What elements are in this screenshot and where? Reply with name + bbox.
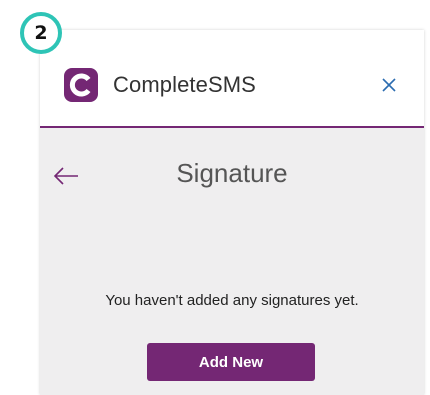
step-number: 2 xyxy=(34,21,48,44)
add-new-button[interactable]: Add New xyxy=(147,343,315,381)
addin-panel: CompleteSMS Signature You haven't added … xyxy=(40,30,424,395)
screenshot-stage: CompleteSMS Signature You haven't added … xyxy=(0,0,430,395)
close-icon[interactable] xyxy=(378,74,400,96)
empty-state-message: You haven't added any signatures yet. xyxy=(105,292,359,309)
app-name: CompleteSMS xyxy=(113,72,256,97)
signature-page: Signature You haven't added any signatur… xyxy=(40,128,424,395)
panel-header: CompleteSMS xyxy=(40,30,424,128)
step-number-badge: 2 xyxy=(20,12,62,54)
page-title: Signature xyxy=(176,158,288,188)
completesms-logo-icon xyxy=(64,68,98,102)
